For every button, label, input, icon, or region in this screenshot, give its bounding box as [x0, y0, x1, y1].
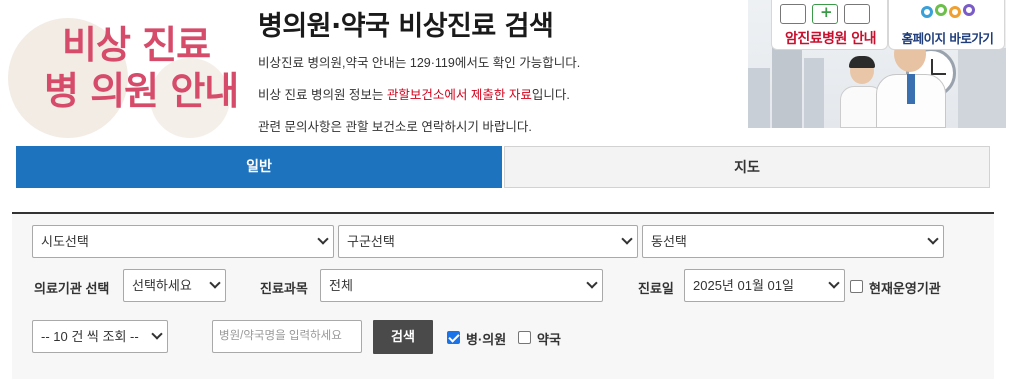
info-text-inquiry: 관련 문의사항은 관할 보건소로 연락하시기 바랍니다.	[258, 120, 532, 134]
chevron-down-icon	[586, 277, 598, 289]
hospital-icon	[780, 4, 806, 24]
org-type-select-value: 선택하세요	[132, 278, 192, 293]
dept-select-value: 전체	[329, 278, 353, 293]
info-text-source-post: 입니다.	[531, 88, 570, 102]
building-shape	[772, 38, 802, 128]
pharmacy-checkbox[interactable]	[518, 331, 531, 344]
hospital-checkbox[interactable]	[447, 331, 460, 344]
dong-select-value: 동선택	[651, 234, 687, 249]
open-now-label: 현재운영기관	[869, 281, 941, 296]
logo-text-line1: 비상 진료	[62, 23, 211, 67]
chevron-down-icon	[151, 328, 163, 340]
homepage-logo-icon	[919, 2, 979, 22]
date-select-value: 2025년 01월 01일	[693, 278, 794, 293]
page-title: 병의원·약국 비상진료 검색	[258, 11, 554, 42]
gugun-select[interactable]: 구군선택	[338, 225, 638, 258]
cancer-hospital-guide-link[interactable]: 암진료병원 안내	[771, 0, 888, 50]
chevron-down-icon	[927, 233, 939, 245]
hospital-icons	[780, 3, 880, 26]
date-select[interactable]: 2025년 01월 01일	[684, 269, 845, 302]
tab-map[interactable]: 지도	[504, 146, 990, 188]
info-text-source-pre: 비상 진료 병의원 정보는	[258, 88, 387, 102]
chevron-down-icon	[317, 233, 329, 245]
info-text-source: 비상 진료 병의원 정보는 관할보건소에서 제출한 자료입니다.	[258, 84, 570, 103]
info-text-contact: 비상진료 병의원,약국 안내는 129·119에서도 확인 가능합니다.	[258, 56, 581, 70]
cancer-hospital-guide-label: 암진료병원 안내	[784, 31, 877, 47]
page-size-select-value: -- 10 건 씩 조회 --	[41, 329, 139, 344]
building-shape	[748, 68, 770, 128]
search-panel: 시도선택 구군선택 동선택 의료기관 선택 선택하세요 진료과목 전체 진료일 …	[12, 212, 994, 379]
sido-select[interactable]: 시도선택	[32, 225, 334, 258]
date-label: 진료일	[638, 281, 674, 296]
logo-text-line2: 병 의원 안내	[44, 69, 239, 113]
homepage-link-label: 홈페이지 바로가기	[901, 31, 994, 46]
search-button[interactable]: 검색	[373, 320, 433, 354]
search-mode-tabs: 일반 지도	[16, 146, 990, 188]
hospital-checkbox-label: 병·의원	[466, 332, 507, 347]
page-size-select[interactable]: -- 10 건 씩 조회 --	[32, 320, 168, 353]
ambulance-icon	[844, 4, 870, 24]
open-now-checkbox[interactable]	[850, 280, 863, 293]
pharmacy-checkbox-label: 약국	[537, 332, 561, 347]
chevron-down-icon	[209, 277, 221, 289]
name-search-input[interactable]: 병원/약국명을 입력하세요	[212, 320, 362, 353]
chevron-down-icon	[828, 277, 840, 289]
dept-label: 진료과목	[260, 281, 308, 296]
chevron-down-icon	[621, 233, 633, 245]
page-logo: 비상 진료 병 의원 안내	[0, 0, 250, 140]
dong-select[interactable]: 동선택	[642, 225, 944, 258]
gugun-select-value: 구군선택	[347, 234, 395, 249]
org-type-label: 의료기관 선택	[34, 281, 110, 296]
homepage-link[interactable]: 홈페이지 바로가기	[888, 0, 1005, 50]
dept-select[interactable]: 전체	[320, 269, 603, 302]
clinic-icon	[812, 3, 838, 24]
building-shape	[804, 58, 824, 128]
building-shape	[958, 48, 1006, 128]
org-type-select[interactable]: 선택하세요	[123, 269, 226, 302]
sido-select-value: 시도선택	[41, 234, 89, 249]
info-text-source-highlight: 관할보건소에서 제출한 자료	[386, 88, 532, 102]
tab-general[interactable]: 일반	[16, 146, 502, 188]
